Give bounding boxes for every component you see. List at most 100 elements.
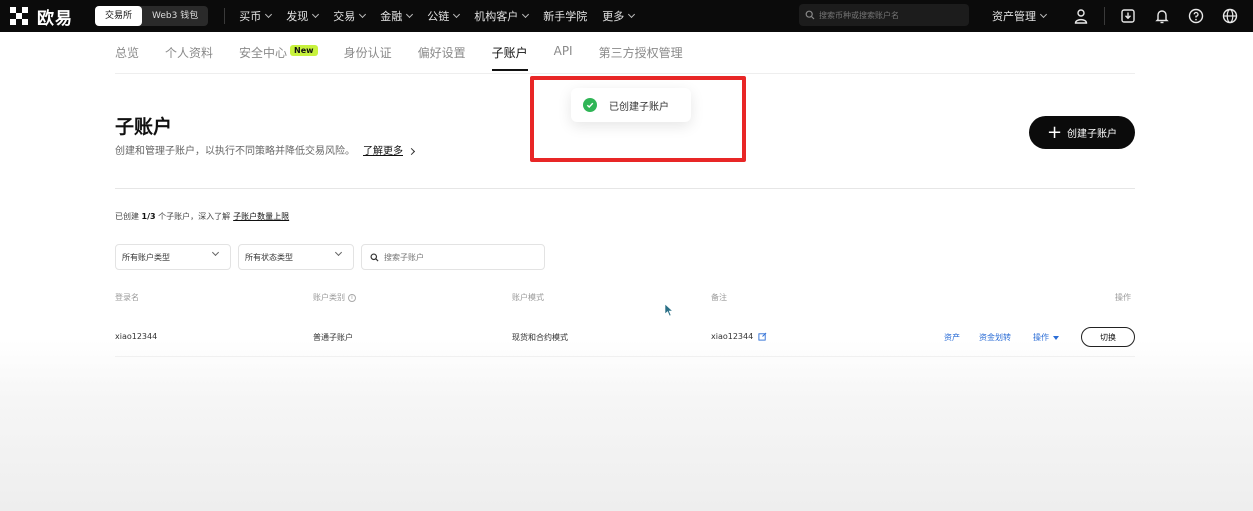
bell-icon[interactable] <box>1153 7 1171 25</box>
switch-account-button[interactable]: 切换 <box>1081 327 1135 347</box>
nav-item-institutional[interactable]: 机构客户 <box>474 8 530 24</box>
operations-menu[interactable]: 操作 <box>1033 332 1059 343</box>
mouse-cursor-icon <box>664 303 674 317</box>
nav-item-label: 新手学院 <box>543 10 588 23</box>
help-icon[interactable] <box>1187 7 1205 25</box>
tab-label: 安全中心 <box>239 46 288 60</box>
column-header-mode: 账户模式 <box>512 293 544 302</box>
column-header-login: 登录名 <box>115 293 139 302</box>
count-prefix: 已创建 <box>115 212 139 221</box>
user-icon[interactable] <box>1072 7 1090 25</box>
chevron-down-icon <box>1039 10 1048 19</box>
column-header-actions: 操作 <box>1115 293 1131 302</box>
assets-link[interactable]: 资产 <box>944 332 960 343</box>
tab-profile[interactable]: 个人资料 <box>165 44 213 74</box>
download-icon[interactable] <box>1119 7 1137 25</box>
nav-divider <box>1104 7 1105 25</box>
cell-login: xiao12344 <box>115 332 158 341</box>
nav-item-buy[interactable]: 买币 <box>239 8 273 24</box>
info-icon[interactable]: i <box>348 293 356 302</box>
create-sub-account-button[interactable]: + 创建子账户 <box>1029 116 1135 149</box>
account-type-value: 所有账户类型 <box>122 252 170 262</box>
tab-sub-accounts[interactable]: 子账户 <box>491 44 528 74</box>
tab-label: 第三方授权管理 <box>598 46 683 60</box>
edit-icon[interactable] <box>758 332 767 341</box>
mode-switch: 交易所 Web3 钱包 <box>95 6 209 26</box>
nav-item-label: 机构客户 <box>474 10 519 23</box>
learn-more-link[interactable]: 了解更多 <box>363 146 403 157</box>
nav-search-input[interactable] <box>819 10 959 20</box>
sub-account-count: 已创建 1/3 个子账户，深入了解 子账户数量上限 <box>115 211 289 222</box>
nav-item-trade[interactable]: 交易 <box>333 8 367 24</box>
chevron-down-icon <box>334 248 343 257</box>
sub-account-search-input[interactable] <box>384 252 534 262</box>
chevron-down-icon <box>211 248 220 257</box>
tab-label: 偏好设置 <box>417 46 466 60</box>
page-description: 创建和管理子账户，以执行不同策略并降低交易风险。 了解更多 <box>115 142 416 157</box>
transfer-link[interactable]: 资金划转 <box>979 332 1011 343</box>
tabs-divider <box>115 73 1135 74</box>
tab-verification[interactable]: 身份认证 <box>344 44 392 74</box>
count-value: 1/3 <box>141 212 156 221</box>
operations-label: 操作 <box>1033 333 1049 342</box>
logo-text: 欧易 <box>37 8 73 29</box>
new-badge: New <box>290 45 318 56</box>
column-header-category: 账户类别 i <box>313 292 356 303</box>
nav-divider <box>224 8 226 24</box>
asset-management-label: 资产管理 <box>992 10 1036 23</box>
cell-mode: 现货和合约模式 <box>512 333 568 342</box>
tab-preferences[interactable]: 偏好设置 <box>418 44 466 74</box>
plus-icon: + <box>1046 121 1063 143</box>
description-text: 创建和管理子账户，以执行不同策略并降低交易风险。 <box>115 146 355 157</box>
mode-exchange-tab[interactable]: 交易所 <box>95 6 143 26</box>
chevron-down-icon <box>312 10 320 19</box>
count-suffix: 个子账户，深入了解 <box>158 212 231 221</box>
main-menu: 买币 发现 交易 金融 公链 机构客户 新手学院 更多 <box>239 8 649 24</box>
red-highlight-box <box>530 76 746 162</box>
nav-item-chain[interactable]: 公链 <box>427 8 461 24</box>
chevron-right-icon <box>408 147 416 156</box>
create-button-label: 创建子账户 <box>1067 129 1118 140</box>
nav-right-group: 资产管理 <box>992 0 1253 32</box>
cell-note: xiao12344 <box>711 332 767 341</box>
okx-logo-icon <box>10 7 32 25</box>
tab-label: 总览 <box>115 46 140 60</box>
nav-search-box[interactable] <box>799 4 969 26</box>
nav-item-finance[interactable]: 金融 <box>380 8 414 24</box>
chevron-down-icon <box>522 10 530 19</box>
logo[interactable]: 欧易 <box>10 4 73 29</box>
limit-link[interactable]: 子账户数量上限 <box>233 212 289 221</box>
asset-management-menu[interactable]: 资产管理 <box>992 8 1048 24</box>
chevron-down-icon <box>453 10 461 19</box>
nav-item-more[interactable]: 更多 <box>602 8 636 24</box>
page-title: 子账户 <box>115 116 173 138</box>
nav-item-label: 公链 <box>427 10 450 23</box>
search-icon <box>370 252 379 262</box>
column-header-label: 账户类别 <box>313 293 345 302</box>
chevron-down-icon <box>359 10 367 19</box>
top-navigation-bar: 欧易 交易所 Web3 钱包 买币 发现 交易 金融 公链 机构客户 新手学院 … <box>0 0 1253 32</box>
nav-item-academy[interactable]: 新手学院 <box>543 8 587 24</box>
nav-item-label: 更多 <box>602 10 625 23</box>
column-header-note: 备注 <box>711 293 727 302</box>
nav-item-discover[interactable]: 发现 <box>286 8 320 24</box>
row-divider <box>115 356 1135 357</box>
cell-category: 普通子账户 <box>313 333 353 342</box>
tab-api[interactable]: API <box>554 44 573 74</box>
status-type-select[interactable]: 所有状态类型 <box>238 244 354 270</box>
account-tabs: 总览 个人资料 安全中心 New 身份认证 偏好设置 子账户 API 第三方授权管… <box>115 44 709 74</box>
tab-security[interactable]: 安全中心 New <box>239 44 318 74</box>
nav-item-label: 金融 <box>380 10 403 23</box>
tab-third-party-auth[interactable]: 第三方授权管理 <box>599 44 683 74</box>
section-divider <box>115 188 1135 189</box>
globe-icon[interactable] <box>1221 7 1239 25</box>
account-type-select[interactable]: 所有账户类型 <box>115 244 231 270</box>
note-text: xiao12344 <box>711 332 754 341</box>
tab-label: 个人资料 <box>165 46 214 60</box>
sub-account-search[interactable] <box>361 244 545 270</box>
nav-item-label: 买币 <box>239 10 262 23</box>
mode-web3-tab[interactable]: Web3 钱包 <box>142 6 208 26</box>
tab-overview[interactable]: 总览 <box>115 44 139 74</box>
chevron-down-icon <box>265 10 273 19</box>
status-type-value: 所有状态类型 <box>245 252 293 262</box>
